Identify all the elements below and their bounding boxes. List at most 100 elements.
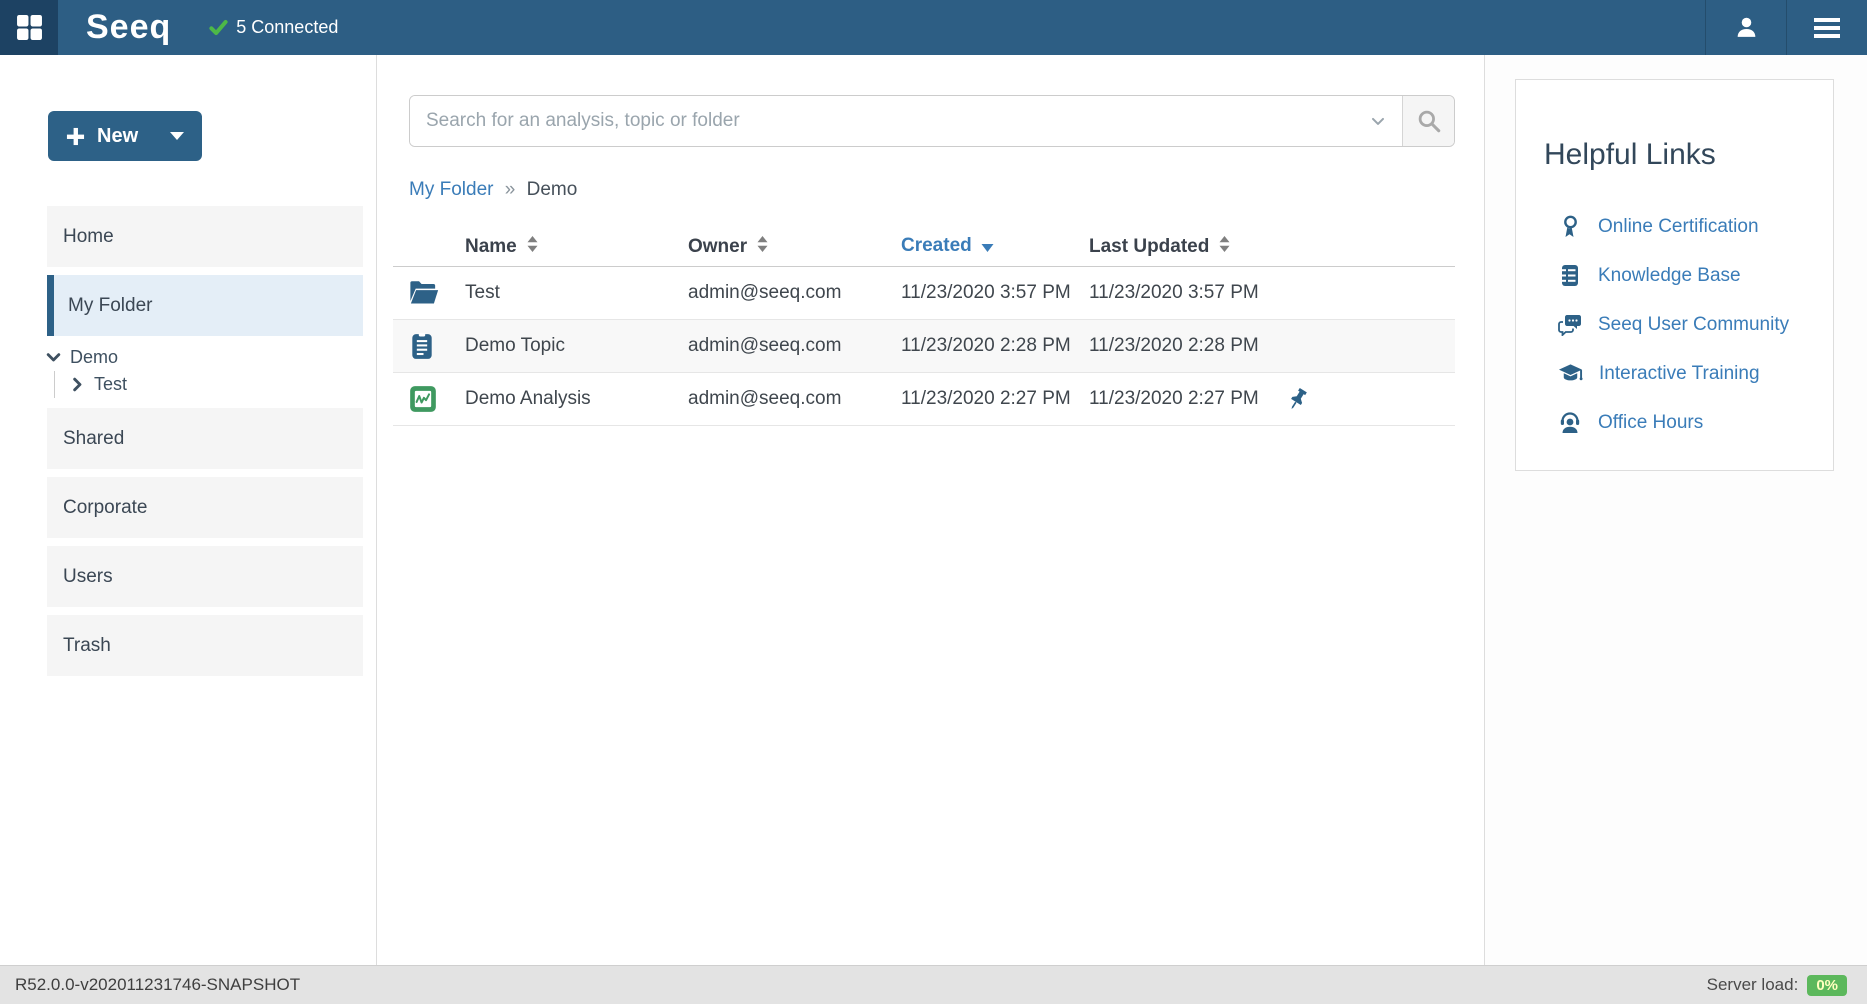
search-input[interactable] xyxy=(410,96,1354,146)
server-load-label: Server load: xyxy=(1707,975,1799,995)
tree-item-label: Test xyxy=(94,374,127,395)
hamburger-icon xyxy=(1813,17,1841,39)
seeq-app: Seeq 5 Connected xyxy=(0,0,1867,1004)
table-header-row: Name Owner xyxy=(393,225,1455,267)
topic-document-icon xyxy=(409,332,435,360)
search-bar xyxy=(409,95,1455,147)
sidebar-nav: Home My Folder Demo xyxy=(0,206,376,684)
sidebar-item-label: My Folder xyxy=(68,295,152,317)
chevron-right-icon[interactable] xyxy=(69,376,86,393)
sort-desc-icon xyxy=(980,242,995,253)
column-header-last-updated[interactable]: Last Updated xyxy=(1089,234,1279,258)
link-label: Interactive Training xyxy=(1599,363,1760,385)
helpful-links-panel: Helpful Links Online Certification xyxy=(1484,55,1867,965)
items-table: Name Owner xyxy=(393,225,1455,426)
item-name[interactable]: Test xyxy=(465,282,688,304)
folders-sidebar: New Home My Folder Demo xyxy=(0,55,377,965)
sort-icon xyxy=(525,234,540,254)
folder-tree: Demo Test xyxy=(45,344,363,398)
headset-icon xyxy=(1558,411,1582,434)
item-owner: admin@seeq.com xyxy=(688,388,901,410)
sidebar-item-label: Trash xyxy=(63,635,111,657)
item-updated: 11/23/2020 3:57 PM xyxy=(1089,282,1279,304)
item-created: 11/23/2020 3:57 PM xyxy=(901,282,1089,304)
link-seeq-user-community[interactable]: Seeq User Community xyxy=(1558,300,1809,349)
book-icon xyxy=(1558,264,1582,287)
sidebar-item-label: Users xyxy=(63,566,113,588)
award-icon xyxy=(1558,215,1582,238)
sort-icon xyxy=(1217,234,1232,254)
table-row-test[interactable]: Test admin@seeq.com 11/23/2020 3:57 PM 1… xyxy=(393,267,1455,320)
item-owner: admin@seeq.com xyxy=(688,282,901,304)
link-label: Online Certification xyxy=(1598,216,1759,238)
search-options-chevron-icon[interactable] xyxy=(1354,96,1402,146)
column-header-name[interactable]: Name xyxy=(465,234,688,258)
column-header-owner[interactable]: Owner xyxy=(688,234,901,258)
top-navbar: Seeq 5 Connected xyxy=(0,0,1867,55)
search-icon xyxy=(1416,108,1442,134)
link-office-hours[interactable]: Office Hours xyxy=(1558,398,1809,447)
link-label: Seeq User Community xyxy=(1598,314,1789,336)
breadcrumb-current: Demo xyxy=(527,179,578,200)
sidebar-item-users[interactable]: Users xyxy=(47,546,363,607)
sidebar-item-label: Shared xyxy=(63,428,124,450)
seeq-logo-text: Seeq xyxy=(86,8,171,47)
item-name[interactable]: Demo Analysis xyxy=(465,388,688,410)
helpful-links-title: Helpful Links xyxy=(1544,138,1809,172)
helpful-links-card: Helpful Links Online Certification xyxy=(1515,79,1834,471)
sidebar-item-corporate[interactable]: Corporate xyxy=(47,477,363,538)
table-row-demo-analysis[interactable]: Demo Analysis admin@seeq.com 11/23/2020 … xyxy=(393,373,1455,426)
tree-item-test[interactable]: Test xyxy=(69,371,363,398)
user-icon xyxy=(1734,15,1759,40)
breadcrumb-my-folder-link[interactable]: My Folder xyxy=(409,179,493,200)
column-header-created[interactable]: Created xyxy=(901,235,1089,257)
content-area: My Folder » Demo Name Owner xyxy=(377,55,1484,965)
chevron-down-icon[interactable] xyxy=(45,349,62,366)
user-profile-button[interactable] xyxy=(1705,0,1786,55)
app-switcher-button[interactable] xyxy=(0,0,58,55)
server-load: Server load: 0% xyxy=(1707,975,1847,996)
breadcrumb-separator: » xyxy=(505,179,516,200)
connections-status[interactable]: 5 Connected xyxy=(209,0,338,55)
sidebar-item-label: Home xyxy=(63,226,114,248)
sidebar-item-shared[interactable]: Shared xyxy=(47,408,363,469)
connections-status-label: 5 Connected xyxy=(236,17,338,38)
check-icon xyxy=(209,18,228,37)
analysis-chart-icon xyxy=(409,385,437,413)
new-button[interactable]: New xyxy=(48,111,202,161)
sidebar-item-my-folder[interactable]: My Folder xyxy=(47,275,363,336)
sidebar-item-trash[interactable]: Trash xyxy=(47,615,363,676)
seeq-logo[interactable]: Seeq xyxy=(86,0,171,55)
plus-icon xyxy=(66,127,85,146)
item-owner: admin@seeq.com xyxy=(688,335,901,357)
table-row-demo-topic[interactable]: Demo Topic admin@seeq.com 11/23/2020 2:2… xyxy=(393,320,1455,373)
breadcrumb: My Folder » Demo xyxy=(409,179,577,201)
item-created: 11/23/2020 2:27 PM xyxy=(901,388,1089,410)
tree-item-label: Demo xyxy=(70,347,118,368)
folder-icon xyxy=(409,280,439,306)
graduation-cap-icon xyxy=(1558,363,1583,384)
item-created: 11/23/2020 2:28 PM xyxy=(901,335,1089,357)
link-online-certification[interactable]: Online Certification xyxy=(1558,202,1809,251)
new-button-label: New xyxy=(97,125,138,148)
tree-item-demo[interactable]: Demo xyxy=(45,344,363,371)
link-label: Knowledge Base xyxy=(1598,265,1741,287)
sidebar-item-home[interactable]: Home xyxy=(47,206,363,267)
chevron-down-icon[interactable] xyxy=(170,132,184,140)
sort-icon xyxy=(755,234,770,254)
item-updated: 11/23/2020 2:28 PM xyxy=(1089,335,1279,357)
server-load-badge: 0% xyxy=(1807,975,1847,996)
search-button[interactable] xyxy=(1402,96,1454,146)
link-knowledge-base[interactable]: Knowledge Base xyxy=(1558,251,1809,300)
status-bar: R52.0.0-v202011231746-SNAPSHOT Server lo… xyxy=(0,965,1867,1004)
sidebar-item-label: Corporate xyxy=(63,497,148,519)
comments-icon xyxy=(1558,314,1582,336)
grid-icon xyxy=(16,14,43,41)
pin-icon[interactable] xyxy=(1280,382,1314,416)
item-name[interactable]: Demo Topic xyxy=(465,335,688,357)
link-label: Office Hours xyxy=(1598,412,1703,434)
link-interactive-training[interactable]: Interactive Training xyxy=(1558,349,1809,398)
main-menu-button[interactable] xyxy=(1786,0,1867,55)
version-label: R52.0.0-v202011231746-SNAPSHOT xyxy=(15,975,300,995)
item-updated: 11/23/2020 2:27 PM xyxy=(1089,388,1279,410)
